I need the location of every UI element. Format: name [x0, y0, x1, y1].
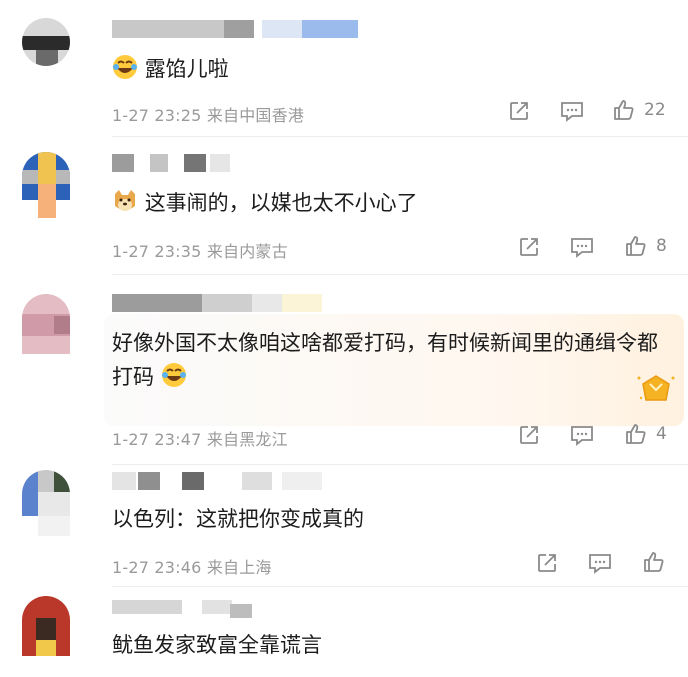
comment-text-content: 以色列：这就把你变成真的 — [112, 507, 364, 531]
crown-badge-icon — [636, 372, 676, 410]
comment-text-content: 鱿鱼发家致富全靠谎言 — [112, 633, 322, 657]
laugh-cry-emoji-icon — [161, 362, 187, 398]
comment-text: 以色列：这就把你变成真的 — [112, 502, 364, 536]
comment-location: 来自中国香港 — [206, 106, 305, 125]
username-blurred[interactable] — [112, 18, 358, 40]
share-icon — [538, 554, 556, 572]
comment-meta: 1-27 23:35 来自内蒙古 — [112, 238, 288, 262]
username-blurred[interactable] — [112, 596, 332, 618]
comment-location: 来自内蒙古 — [206, 242, 288, 261]
comment-meta: 1-27 23:25 来自中国香港 — [112, 102, 304, 126]
divider — [112, 274, 688, 275]
comment-button[interactable] — [570, 236, 594, 258]
comment-time: 1-27 23:35 — [112, 242, 202, 261]
thumbs-up-icon — [644, 552, 664, 572]
like-count: 8 — [656, 236, 667, 256]
divider — [112, 136, 688, 137]
avatar[interactable] — [22, 294, 70, 354]
thumbs-up-icon — [626, 424, 646, 444]
comment-icon — [571, 238, 593, 258]
comment-text-content: 好像外国不太像咱这啥都爱打码，有时候新闻里的通缉令都打码 — [112, 331, 658, 389]
thumbs-up-icon — [614, 100, 634, 120]
comment-location: 来自上海 — [206, 558, 272, 577]
comment-icon — [589, 554, 611, 574]
comment-button[interactable] — [588, 552, 612, 574]
comment-text: 这事闹的，以媒也太不小心了 — [112, 186, 418, 224]
share-icon — [520, 426, 538, 444]
laugh-cry-emoji-icon — [112, 54, 138, 90]
comment-button[interactable] — [570, 424, 594, 446]
username-blurred[interactable] — [112, 152, 332, 174]
repost-button[interactable] — [518, 424, 540, 446]
like-button[interactable] — [642, 550, 666, 574]
comment-location: 来自黑龙江 — [206, 430, 288, 449]
username-blurred[interactable] — [112, 292, 332, 314]
avatar[interactable] — [22, 596, 70, 656]
like-count: 4 — [656, 424, 667, 444]
share-icon — [510, 102, 528, 120]
repost-button[interactable] — [508, 100, 530, 122]
comment-icon — [561, 102, 583, 122]
doge-emoji-icon — [112, 188, 138, 224]
like-button[interactable]: 22 — [612, 98, 666, 122]
like-button[interactable]: 8 — [624, 234, 667, 258]
comment-button[interactable] — [560, 100, 584, 122]
thumbs-up-icon — [626, 236, 646, 256]
avatar[interactable] — [22, 18, 70, 66]
repost-button[interactable] — [518, 236, 540, 258]
comment-text-content: 露馅儿啦 — [144, 57, 229, 81]
comment-meta: 1-27 23:46 来自上海 — [112, 554, 272, 578]
comment-text: 露馅儿啦 — [112, 52, 229, 90]
divider — [112, 464, 688, 465]
comment-text-content: 这事闹的，以媒也太不小心了 — [144, 191, 418, 215]
avatar[interactable] — [22, 152, 70, 218]
comment-time: 1-27 23:47 — [112, 430, 202, 449]
like-button[interactable]: 4 — [624, 422, 667, 446]
comment-time: 1-27 23:46 — [112, 558, 202, 577]
comment-icon — [571, 426, 593, 446]
comment-meta: 1-27 23:47 来自黑龙江 — [112, 426, 288, 450]
share-icon — [520, 238, 538, 256]
comment-text: 好像外国不太像咱这啥都爱打码，有时候新闻里的通缉令都打码 — [112, 326, 662, 398]
like-count: 22 — [644, 100, 666, 120]
repost-button[interactable] — [536, 552, 558, 574]
comment-text: 鱿鱼发家致富全靠谎言 — [112, 628, 322, 662]
avatar[interactable] — [22, 470, 70, 536]
divider — [112, 586, 688, 587]
username-blurred[interactable] — [112, 470, 332, 492]
comment-time: 1-27 23:25 — [112, 106, 202, 125]
